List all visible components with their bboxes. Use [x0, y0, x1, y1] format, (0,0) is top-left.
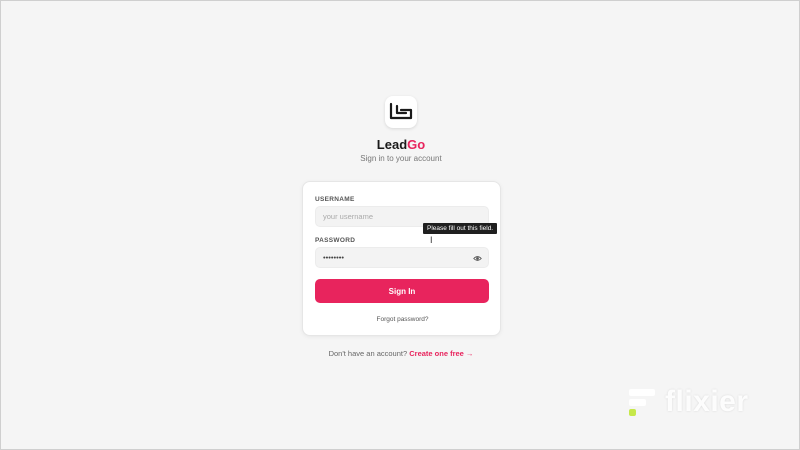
- signup-prompt: Don't have an account? Create one free →: [1, 349, 800, 358]
- brand-name-part2: Go: [407, 137, 426, 152]
- signup-prompt-text: Don't have an account?: [328, 349, 408, 358]
- text-cursor-icon: I: [430, 235, 433, 245]
- sign-in-button[interactable]: Sign In: [315, 279, 489, 303]
- leadgo-logo-icon: [385, 96, 417, 128]
- password-input[interactable]: ••••••••: [315, 247, 489, 268]
- page-subtitle: Sign in to your account: [360, 154, 442, 163]
- password-value: ••••••••: [323, 253, 345, 262]
- flixier-logo-icon: [629, 389, 655, 416]
- username-placeholder: your username: [323, 212, 374, 221]
- brand-name-part1: Lead: [376, 137, 408, 152]
- login-card: USERNAME your username I PASSWORD ••••••…: [302, 181, 501, 336]
- forgot-password-link[interactable]: Forgot password?: [303, 316, 502, 323]
- brand-title: LeadGo: [1, 137, 800, 152]
- flixier-watermark: flixier: [627, 385, 749, 419]
- login-page: LeadGo Sign in to your account USERNAME …: [0, 0, 800, 450]
- create-account-link[interactable]: Create one free →: [409, 349, 473, 358]
- username-label: USERNAME: [315, 196, 355, 203]
- password-label: PASSWORD: [315, 237, 356, 244]
- eye-icon[interactable]: [473, 254, 482, 263]
- watermark-text: flixier: [665, 385, 749, 418]
- validation-tooltip: Please fill out this field.: [423, 223, 498, 234]
